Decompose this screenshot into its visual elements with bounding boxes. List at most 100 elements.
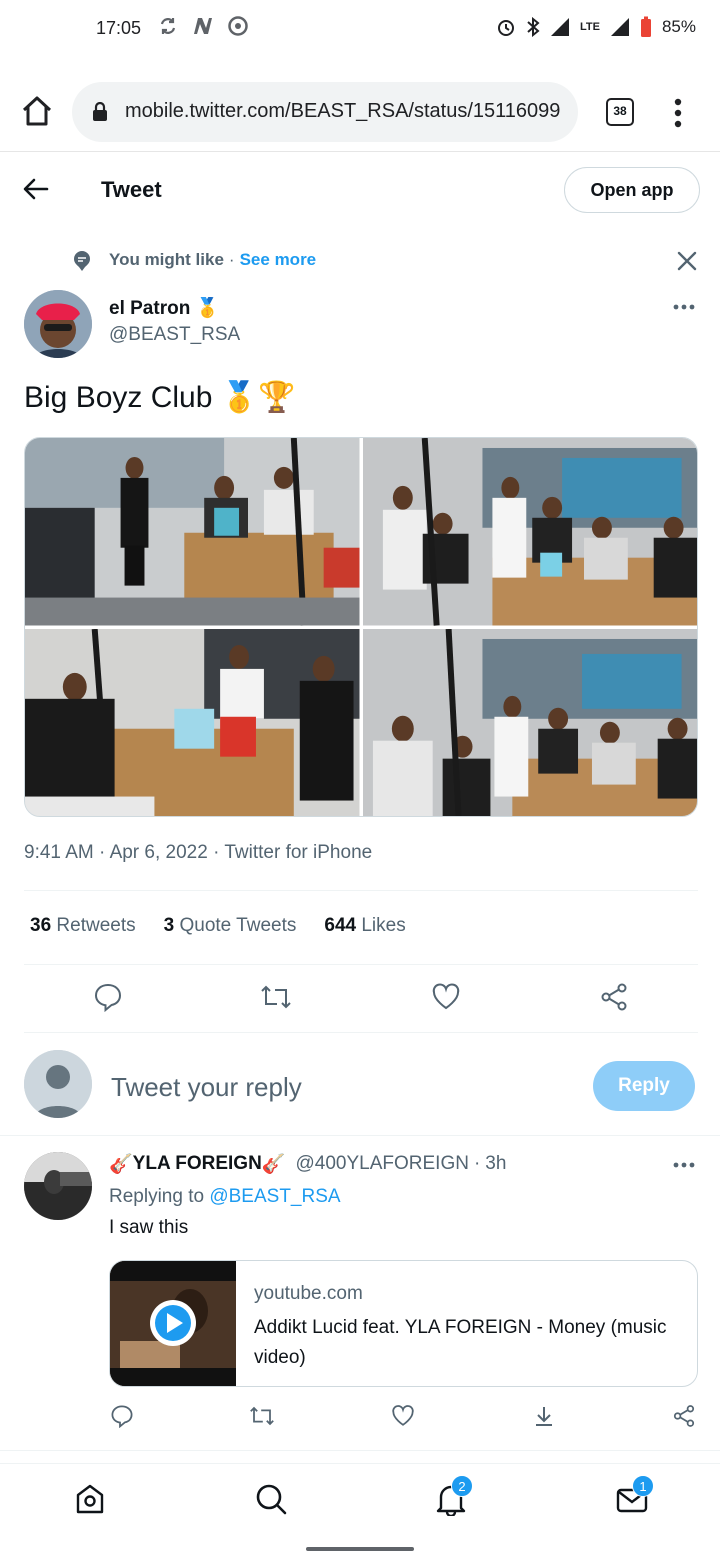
tweet-header: Tweet Open app [0,153,720,225]
signal-icon-2 [610,18,629,36]
alarm-icon [498,20,514,36]
reply-author-avatar[interactable] [24,1152,92,1220]
retweet-icon[interactable] [249,1404,275,1428]
tweet-photo-1[interactable] [25,438,360,626]
url-text: mobile.twitter.com/BEAST_RSA/status/1511… [125,100,561,122]
reply-age[interactable]: 3h [485,1153,506,1175]
battery-icon [640,16,651,37]
reply-author-name[interactable]: 🎸 YLA FOREIGN 🎸 [109,1152,285,1176]
likes-stat[interactable]: 644 Likes [324,915,405,937]
avatar-image [24,290,92,358]
tweet-photo-4[interactable] [362,628,697,816]
see-more-link[interactable]: See more [240,250,317,269]
tweet-timestamp: 9:41 AM · Apr 6, 2022 · Twitter for iPho… [24,842,373,863]
suggestion-banner: You might like · See more [0,244,720,278]
share-icon[interactable] [672,1404,696,1428]
link-card-title: Addikt Lucid feat. YLA FOREIGN - Money (… [254,1317,667,1368]
divider [24,890,698,891]
status-system-icons: LTE 85% [496,16,696,38]
likes-count: 644 [324,915,357,936]
tweet-actions [0,982,720,1022]
quote-tweets-stat[interactable]: 3 Quote Tweets [164,915,297,937]
retweets-count: 36 [30,915,52,936]
reply-input[interactable]: Tweet your reply [111,1072,302,1103]
replying-to-link[interactable]: @BEAST_RSA [209,1186,340,1207]
tweet-time[interactable]: 9:41 AM [24,842,94,863]
like-icon[interactable] [391,1404,415,1428]
reply-tweet-text: I saw this [109,1217,189,1238]
messages-nav-item[interactable]: 1 [615,1475,654,1516]
bluetooth-icon [527,17,540,37]
suggestion-label: You might like [109,250,224,269]
link-card-domain: youtube.com [254,1283,363,1304]
close-icon[interactable] [676,250,698,272]
tweet-emojis: 🥇🏆 [220,381,296,414]
retweets-label: Retweets [56,915,136,936]
reply-author-name-text: YLA FOREIGN [132,1153,262,1174]
notifications-nav-item[interactable]: 2 [434,1475,473,1518]
more-options-icon[interactable] [672,1158,696,1172]
retweets-stat[interactable]: 36 Retweets [30,915,136,937]
user-avatar [24,1050,92,1118]
tweet-stats: 36 Retweets 3 Quote Tweets 644 Likes [30,915,406,937]
notifications-badge: 2 [451,1475,473,1497]
retweet-icon[interactable] [260,982,292,1012]
app-n-icon [194,18,212,34]
tweet-text-body: Big Boyz Club [24,381,213,414]
bottom-nav: 2 1 [0,1463,720,1537]
likes-label: Likes [361,915,406,936]
like-icon[interactable] [431,982,461,1012]
photo-image [362,628,697,816]
download-icon[interactable] [532,1404,556,1428]
reply-author-handle[interactable]: @400YLAFOREIGN [285,1153,468,1175]
more-options-icon[interactable] [672,300,696,314]
tweet-media-grid [24,437,698,817]
status-time: 17:05 [96,18,142,38]
gesture-navigation-bar[interactable] [306,1547,414,1551]
reply-icon[interactable] [93,982,123,1012]
author-handle[interactable]: @BEAST_RSA [109,324,240,346]
author-avatar[interactable] [24,290,92,358]
sync-icon [160,18,176,34]
link-card[interactable]: youtube.com Addikt Lucid feat. YLA FOREI… [109,1260,698,1387]
tweet-date[interactable]: Apr 6, 2022 [110,842,208,863]
tweet-photo-2[interactable] [362,438,697,626]
network-type-label: LTE [580,21,600,33]
photo-image [25,438,360,626]
overflow-menu-icon[interactable] [668,96,688,130]
back-arrow-icon[interactable] [22,175,50,203]
status-bar: 17:05 LTE 85% [0,0,720,60]
photo-image [362,438,697,626]
replying-to-label: Replying to [109,1186,205,1207]
divider [0,1135,720,1136]
tweet-photo-3[interactable] [25,628,360,816]
url-bar[interactable]: mobile.twitter.com/BEAST_RSA/status/1511… [72,82,578,142]
divider [24,1032,698,1033]
lock-icon [93,102,107,121]
suggestion-text: You might like · See more [109,250,316,270]
page-title: Tweet [101,177,162,202]
reply-icon[interactable] [110,1404,134,1428]
reply-separator: · [473,1153,481,1174]
replying-to: Replying to @BEAST_RSA [109,1186,341,1208]
quotes-label: Quote Tweets [179,915,297,936]
author-name-text: el Patron [109,298,191,319]
link-card-thumbnail [110,1261,236,1386]
battery-percent: 85% [661,17,696,36]
divider [24,964,698,965]
medal-emoji: 🥇 [195,298,220,319]
status-notification-icons [158,16,248,36]
share-icon[interactable] [599,982,629,1012]
author-name[interactable]: el Patron 🥇 [109,296,219,320]
chrome-icon [228,16,248,36]
suggestion-separator: · [228,250,235,269]
reply-button[interactable]: Reply [593,1061,695,1111]
tab-switcher-button[interactable]: 38 [606,98,634,126]
open-app-button[interactable]: Open app [564,167,700,213]
signal-icon [551,18,569,36]
avatar-image [24,1152,92,1220]
home-nav-icon[interactable] [74,1482,106,1516]
search-nav-icon[interactable] [254,1482,288,1516]
home-icon[interactable] [20,94,54,128]
thumbnail-image [110,1261,236,1386]
